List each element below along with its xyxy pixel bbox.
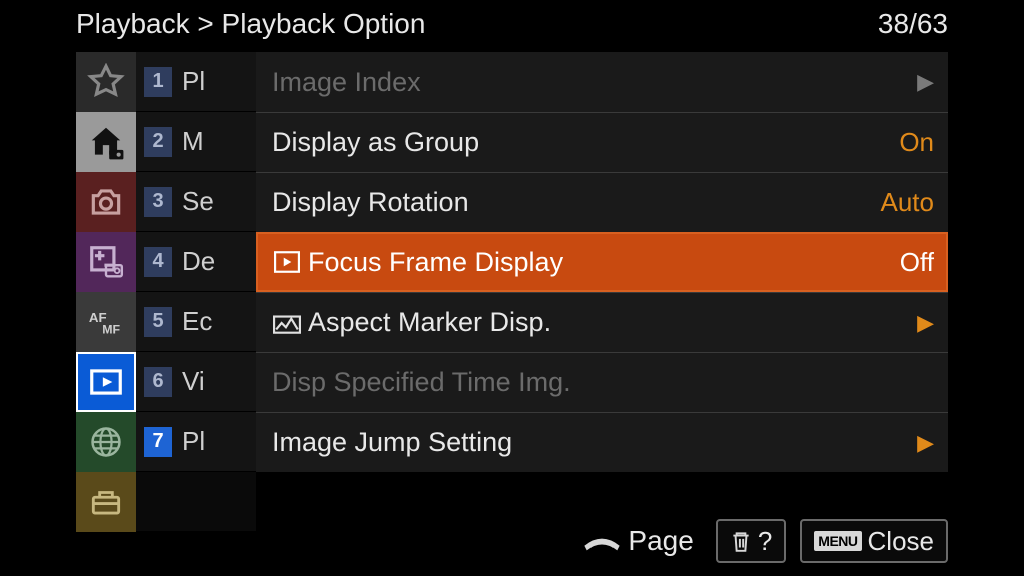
category-shooting[interactable] xyxy=(76,172,136,232)
sub-item-1[interactable]: 1 Pl xyxy=(136,52,256,112)
footer-bar: Page ? MENU Close xyxy=(76,516,948,566)
sub-number: 5 xyxy=(144,307,172,337)
options-panel: Image Index ▶ Display as Group On Displa… xyxy=(256,52,948,472)
trash-icon xyxy=(730,529,752,553)
help-button[interactable]: ? xyxy=(716,519,786,563)
chevron-right-icon: ▶ xyxy=(917,310,934,336)
sub-number: 3 xyxy=(144,187,172,217)
sub-item-6[interactable]: 6 Vi xyxy=(136,352,256,412)
sub-item-7[interactable]: 7 Pl xyxy=(136,412,256,472)
sub-label: Pl xyxy=(182,426,205,457)
category-playback[interactable] xyxy=(76,352,136,412)
header-bar: Playback > Playback Option 38/63 xyxy=(76,4,948,44)
category-exposure[interactable] xyxy=(76,232,136,292)
sub-label: Se xyxy=(182,186,214,217)
option-label: Display as Group xyxy=(272,127,899,158)
option-display-as-group[interactable]: Display as Group On xyxy=(256,112,948,172)
sub-item-4[interactable]: 4 De xyxy=(136,232,256,292)
sub-category-column: 1 Pl 2 M 3 Se 4 De 5 Ec 6 Vi 7 Pl xyxy=(136,52,256,532)
close-button[interactable]: MENU Close xyxy=(800,519,948,563)
category-strip: AFMF xyxy=(76,52,136,532)
sub-label: M xyxy=(182,126,204,157)
breadcrumb-current: Playback Option xyxy=(222,8,426,39)
breadcrumb-root: Playback xyxy=(76,8,190,39)
af-mf-icon: AFMF xyxy=(87,303,125,341)
option-image-index[interactable]: Image Index ▶ xyxy=(256,52,948,112)
option-label: Image Index xyxy=(272,67,917,98)
option-value: On xyxy=(899,127,934,158)
category-focus[interactable]: AFMF xyxy=(76,292,136,352)
star-icon xyxy=(87,63,125,101)
option-label: Focus Frame Display xyxy=(308,247,900,278)
exposure-icon xyxy=(87,243,125,281)
sub-label: Pl xyxy=(182,66,205,97)
breadcrumb-separator: > xyxy=(197,8,213,39)
category-network[interactable] xyxy=(76,412,136,472)
chevron-right-icon: ▶ xyxy=(917,430,934,456)
page-label: Page xyxy=(628,525,693,557)
option-disp-specified-time[interactable]: Disp Specified Time Img. xyxy=(256,352,948,412)
play-icon xyxy=(87,363,125,401)
option-label: Disp Specified Time Img. xyxy=(272,367,934,398)
sub-number: 7 xyxy=(144,427,172,457)
camera-icon xyxy=(87,183,125,221)
home-icon xyxy=(87,123,125,161)
option-aspect-marker-disp[interactable]: Aspect Marker Disp. ▶ xyxy=(256,292,948,352)
sub-number: 6 xyxy=(144,367,172,397)
category-home[interactable] xyxy=(76,112,136,172)
breadcrumb: Playback > Playback Option xyxy=(76,8,425,40)
help-label: ? xyxy=(758,526,772,557)
sub-label: Vi xyxy=(182,366,205,397)
sub-item-5[interactable]: 5 Ec xyxy=(136,292,256,352)
page-control[interactable]: Page xyxy=(582,525,693,557)
sub-number: 1 xyxy=(144,67,172,97)
option-display-rotation[interactable]: Display Rotation Auto xyxy=(256,172,948,232)
option-value: Auto xyxy=(881,187,935,218)
option-label: Display Rotation xyxy=(272,187,881,218)
option-focus-frame-display[interactable]: Focus Frame Display Off xyxy=(256,232,948,292)
sub-label: Ec xyxy=(182,306,212,337)
option-label: Image Jump Setting xyxy=(272,427,917,458)
sub-number: 4 xyxy=(144,247,172,277)
chevron-right-icon: ▶ xyxy=(917,69,934,95)
menu-badge: MENU xyxy=(814,531,861,551)
option-label: Aspect Marker Disp. xyxy=(308,307,917,338)
aspect-marker-icon xyxy=(272,310,302,336)
sub-item-3[interactable]: 3 Se xyxy=(136,172,256,232)
sub-label: De xyxy=(182,246,215,277)
svg-text:MF: MF xyxy=(102,322,120,336)
close-label: Close xyxy=(868,526,934,557)
page-dial-icon xyxy=(582,528,622,554)
category-favorites[interactable] xyxy=(76,52,136,112)
page-counter: 38/63 xyxy=(878,8,948,40)
globe-icon xyxy=(87,423,125,461)
focus-frame-icon xyxy=(272,249,302,275)
sub-number: 2 xyxy=(144,127,172,157)
option-value: Off xyxy=(900,247,934,278)
sub-item-2[interactable]: 2 M xyxy=(136,112,256,172)
option-image-jump-setting[interactable]: Image Jump Setting ▶ xyxy=(256,412,948,472)
